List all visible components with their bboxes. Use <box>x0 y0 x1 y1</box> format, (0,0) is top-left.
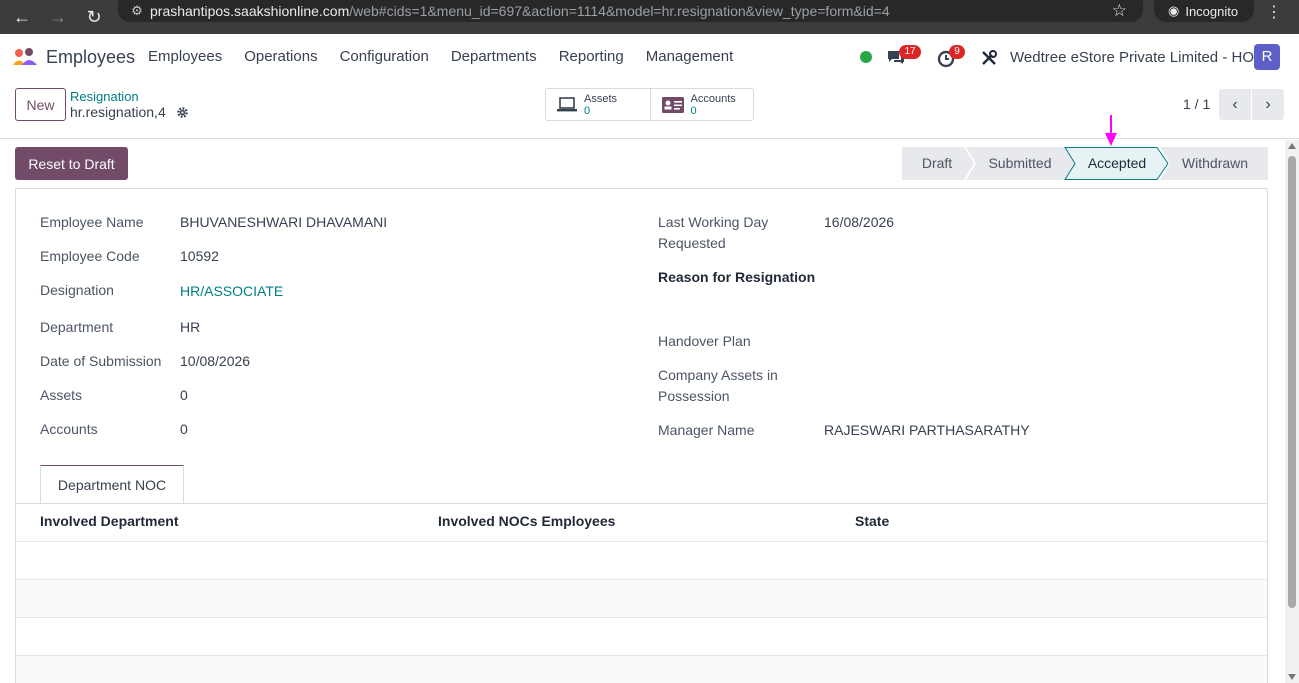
laptop-icon <box>557 96 577 111</box>
company-switcher[interactable]: Wedtree eStore Private Limited - HO <box>1010 49 1254 66</box>
chevron-left-icon: ‹ <box>1232 95 1238 113</box>
designation-label: Designation <box>40 282 114 298</box>
last-working-day-label: Last Working Day <box>658 214 769 230</box>
pager-value[interactable]: 1 / 1 <box>1183 96 1210 112</box>
date-of-submission-value[interactable]: 10/08/2026 <box>180 351 250 372</box>
url-text[interactable]: prashantipos.saakshionline.com/web#cids=… <box>150 3 890 19</box>
stage-withdrawn[interactable]: Withdrawn <box>1168 147 1262 180</box>
id-card-icon <box>661 96 684 113</box>
reason-for-resignation-label: Reason for Resignation <box>658 269 816 285</box>
company-assets-label-line2: Possession <box>658 388 730 404</box>
assets-label: Assets <box>40 387 83 403</box>
activity-badge: 9 <box>949 45 965 59</box>
handover-plan-label: Handover Plan <box>658 333 751 349</box>
table-row <box>16 580 1267 618</box>
employee-name-label: Employee Name <box>40 214 144 230</box>
scroll-up-icon[interactable] <box>1288 143 1296 149</box>
breadcrumb-parent[interactable]: Resignation <box>70 89 139 104</box>
incognito-label: Incognito <box>1185 3 1239 19</box>
accounts-label: Accounts <box>40 421 98 437</box>
debug-tools-icon[interactable] <box>980 49 998 67</box>
accounts-value[interactable]: 0 <box>180 419 188 440</box>
browser-menu-icon[interactable]: ⋮ <box>1266 2 1282 22</box>
incognito-icon: ◉ <box>1168 3 1180 18</box>
breadcrumb-current: hr.resignation,4 <box>70 104 166 120</box>
column-involved-department[interactable]: Involved Department <box>40 513 178 529</box>
incognito-indicator[interactable]: ◉ Incognito <box>1154 0 1254 22</box>
annotation-arrow-icon <box>1105 115 1117 146</box>
last-working-day-value[interactable]: 16/08/2026 <box>824 212 894 233</box>
accounts-stat-value: 0 <box>690 104 697 117</box>
menu-departments[interactable]: Departments <box>451 48 537 65</box>
chevron-right-icon: › <box>1265 95 1271 113</box>
employee-code-value[interactable]: 10592 <box>180 246 219 267</box>
main-navbar: Employees Employees Operations Configura… <box>0 34 1299 80</box>
employees-app-icon[interactable] <box>12 47 38 67</box>
assets-smart-button[interactable]: Assets 0 <box>546 89 650 120</box>
menu-management[interactable]: Management <box>646 48 734 65</box>
forward-arrow-icon[interactable]: → <box>40 0 76 34</box>
stage-submitted[interactable]: Submitted <box>974 147 1066 180</box>
designation-value[interactable]: HR/ASSOCIATE <box>180 281 283 302</box>
pager-previous-button[interactable]: ‹ <box>1219 89 1251 120</box>
new-button[interactable]: New <box>15 88 66 121</box>
scroll-thumb[interactable] <box>1288 156 1296 608</box>
top-menu: Employees Operations Configuration Depar… <box>148 48 733 65</box>
table-row <box>16 542 1267 580</box>
tab-divider <box>16 503 1267 504</box>
table-row <box>16 656 1267 683</box>
site-settings-icon[interactable]: ⚙ <box>124 3 150 19</box>
online-status-icon <box>860 51 872 63</box>
menu-reporting[interactable]: Reporting <box>559 48 624 65</box>
accounts-stat-label: Accounts <box>690 92 736 105</box>
assets-value[interactable]: 0 <box>180 385 188 406</box>
url-host: prashantipos.saakshionline.com <box>150 3 350 19</box>
tab-department-noc[interactable]: Department NOC <box>40 465 184 504</box>
column-state[interactable]: State <box>855 513 889 529</box>
column-involved-nocs-employees[interactable]: Involved NOCs Employees <box>438 513 615 529</box>
last-working-day-label-line2: Requested <box>658 235 726 251</box>
url-path: /web#cids=1&menu_id=697&action=1114&mode… <box>349 3 890 19</box>
app-name[interactable]: Employees <box>46 47 135 68</box>
smart-buttons: Assets 0 Accounts 0 <box>545 88 754 121</box>
user-avatar[interactable]: R <box>1254 44 1280 70</box>
menu-configuration[interactable]: Configuration <box>340 48 429 65</box>
bookmark-star-icon[interactable]: ☆ <box>1112 1 1127 21</box>
stage-accepted[interactable]: Accepted <box>1074 147 1160 180</box>
pager-next-button[interactable]: › <box>1252 89 1284 120</box>
reload-icon[interactable]: ↻ <box>76 0 112 34</box>
department-label: Department <box>40 319 114 335</box>
manager-name-value[interactable]: RAJESWARI PARTHASARATHY <box>824 420 1030 441</box>
company-assets-label: Company Assets in <box>658 367 778 383</box>
back-arrow-icon[interactable]: ← <box>4 0 40 34</box>
manager-name-label: Manager Name <box>658 422 755 438</box>
assets-stat-value: 0 <box>584 104 591 117</box>
address-bar[interactable]: ⚙ prashantipos.saakshionline.com/web#cid… <box>118 0 1143 22</box>
employee-code-label: Employee Code <box>40 248 140 264</box>
stage-draft[interactable]: Draft <box>902 147 972 180</box>
table-row <box>16 618 1267 656</box>
browser-toolbar: ← → ↻ ⚙ prashantipos.saakshionline.com/w… <box>0 0 1299 34</box>
gear-icon[interactable] <box>176 106 189 119</box>
menu-employees[interactable]: Employees <box>148 48 222 65</box>
page-scrollbar[interactable] <box>1285 140 1299 683</box>
accounts-smart-button[interactable]: Accounts 0 <box>649 89 754 120</box>
chat-badge: 17 <box>899 45 921 59</box>
reset-to-draft-button[interactable]: Reset to Draft <box>15 147 128 180</box>
date-of-submission-label: Date of Submission <box>40 353 162 369</box>
department-value[interactable]: HR <box>180 317 200 338</box>
scroll-down-icon[interactable] <box>1288 674 1296 680</box>
employee-name-value[interactable]: BHUVANESHWARI DHAVAMANI <box>180 212 387 233</box>
menu-operations[interactable]: Operations <box>244 48 317 65</box>
assets-stat-label: Assets <box>584 92 618 105</box>
